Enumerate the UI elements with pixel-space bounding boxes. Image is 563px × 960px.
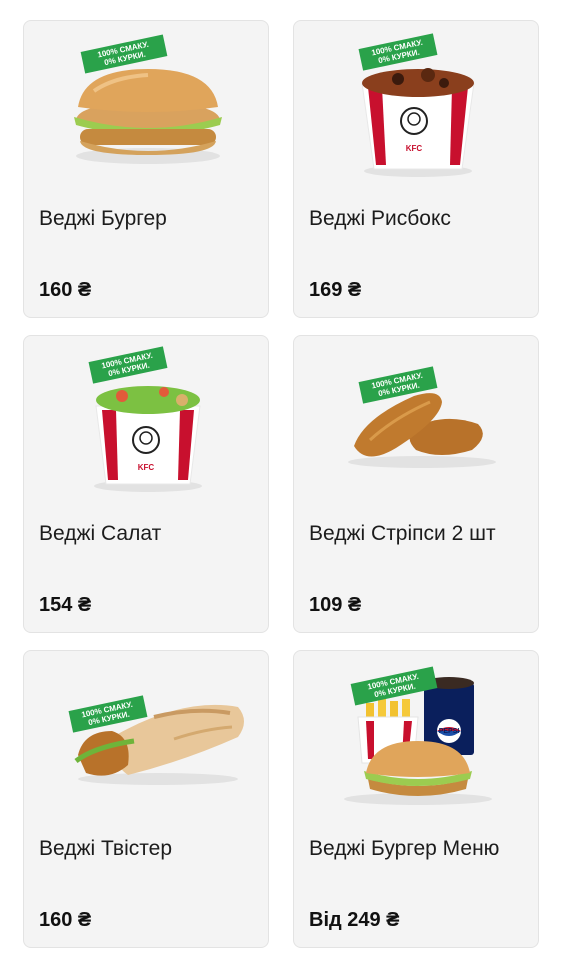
- twister-image: [74, 704, 244, 785]
- product-name: Веджі Бургер: [39, 207, 167, 230]
- product-price: 109 ₴: [309, 594, 362, 616]
- product-card-veggie-strips[interactable]: 100% СМАКУ. 0% КУРКИ. Веджі Стріпси 2 шт…: [293, 335, 539, 633]
- product-name: Веджі Стріпси 2 шт: [309, 522, 496, 545]
- product-card-veggie-burger-menu[interactable]: PEPSI 100% СМАКУ. 0% КУРКИ. Веджі Бургер…: [293, 650, 539, 948]
- product-price: Від 249 ₴: [309, 909, 400, 931]
- kfc-logo-text: KFC: [406, 144, 423, 153]
- strips-image: [348, 393, 496, 468]
- product-price: 160 ₴: [39, 909, 92, 931]
- pepsi-logo-text: PEPSI: [439, 728, 460, 735]
- product-name: Веджі Рисбокс: [309, 207, 451, 230]
- product-price: 169 ₴: [309, 279, 362, 301]
- product-card-veggie-burger[interactable]: 100% СМАКУ. 0% КУРКИ. Веджі Бургер 160 ₴: [23, 20, 269, 318]
- product-card-veggie-twister[interactable]: 100% СМАКУ. 0% КУРКИ. Веджі Твістер 160 …: [23, 650, 269, 948]
- product-name: Веджі Твістер: [39, 837, 172, 860]
- product-card-veggie-ricebox[interactable]: KFC 100% СМАКУ. 0% КУРКИ. Веджі Рисбокс …: [293, 20, 539, 318]
- product-price: 154 ₴: [39, 594, 92, 616]
- kfc-logo-text: KFC: [138, 463, 155, 472]
- product-price: 160 ₴: [39, 279, 92, 301]
- product-name: Веджі Салат: [39, 522, 162, 545]
- product-name: Веджі Бургер Меню: [309, 837, 500, 860]
- product-card-veggie-salad[interactable]: KFC 100% СМАКУ. 0% КУРКИ. Веджі Салат 15…: [23, 335, 269, 633]
